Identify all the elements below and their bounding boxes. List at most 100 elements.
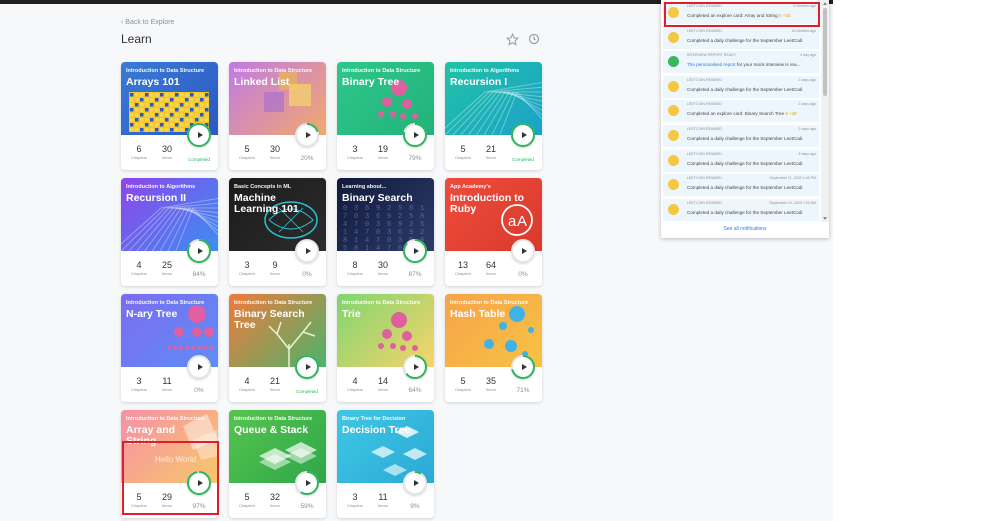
notifications-scrollbar[interactable] [821, 0, 829, 222]
notification-item[interactable]: LEETCOIN REWARD 2 days ago Completed a d… [663, 75, 819, 99]
notification-item[interactable]: LEETCOIN REWARD 15 minutes ago Completed… [663, 26, 819, 50]
chapters-label: Chapters [238, 503, 256, 508]
notification-link[interactable]: The personalised report [687, 62, 736, 67]
chapters-count: 5 [244, 144, 250, 154]
card-category: Introduction to Algorithms [126, 184, 196, 190]
notification-item[interactable]: LEETCOIN REWARD 2 days ago Completed an … [663, 100, 819, 124]
svg-text:1: 1 [354, 237, 358, 245]
card-title: Machine Learning 101 [234, 192, 299, 215]
explore-card[interactable]: Introduction to Data Structure N-ary Tre… [121, 294, 218, 402]
svg-text:1: 1 [343, 229, 347, 237]
card-stats: 5 Chapters 30 Items 20% [229, 144, 326, 168]
card-stats: 8 Chapters 30 Items 87% [337, 260, 434, 284]
chart-icon [668, 56, 679, 68]
items-label: Items [162, 503, 172, 508]
play-button[interactable] [187, 355, 211, 379]
items-stat: 9 Items [264, 260, 286, 276]
notification-item[interactable]: LEETCOIN REWARD September 11, 2020 1:45 … [663, 174, 819, 198]
play-button[interactable] [187, 123, 211, 147]
play-button[interactable] [511, 123, 535, 147]
notification-item[interactable]: LEETCOIN REWARD September 10, 2020 7:22 … [663, 198, 819, 222]
card-title: Queue & Stack [234, 424, 309, 436]
play-button[interactable] [403, 355, 427, 379]
reward-amount: 5 +30 [778, 13, 791, 18]
notification-type: LEETCOIN REWARD [687, 176, 722, 181]
play-button[interactable] [511, 355, 535, 379]
play-button[interactable] [295, 239, 319, 263]
explore-card[interactable]: Binary Tree for Decision Decision Tree 3… [337, 410, 434, 518]
items-count: 21 [269, 376, 280, 386]
back-to-explore-link[interactable]: ‹ Back to Explore [121, 19, 174, 26]
explore-card[interactable]: Basic Concepts in ML Machine Learning 10… [229, 178, 326, 286]
notification-item[interactable]: LEETCOIN REWARD 4 minutes ago Completed … [663, 2, 819, 25]
svg-text:5: 5 [420, 221, 424, 229]
items-stat: 29 Items [156, 492, 178, 508]
play-button[interactable] [403, 239, 427, 263]
notification-time: 15 minutes ago [791, 28, 816, 33]
card-category: Introduction to Data Structure [342, 300, 421, 306]
notification-type: LEETCOIN REWARD [687, 4, 722, 8]
notification-item[interactable]: LEETCOIN REWARD 2 days ago Completed a d… [663, 125, 819, 148]
explore-card[interactable]: Introduction to Data Structure Linked Li… [229, 62, 326, 170]
notification-item[interactable]: INTERVIEW REPORT READY 4 day ago The per… [663, 51, 819, 75]
notification-item[interactable]: LEETCOIN REWARD 3 days ago Completed a d… [663, 149, 819, 173]
items-count: 32 [269, 492, 280, 502]
scroll-down-icon[interactable] [823, 217, 827, 220]
svg-text:5: 5 [343, 245, 347, 251]
items-count: 64 [485, 260, 496, 270]
explore-card[interactable]: Introduction to Data Structure Arrays 10… [121, 62, 218, 170]
progress-text: 20% [300, 155, 314, 162]
chapters-stat: 5 Chapters [452, 376, 474, 392]
explore-card[interactable]: Introduction to Data Structure Hash Tabl… [445, 294, 542, 402]
play-button[interactable] [511, 239, 535, 263]
card-category: App Academy's [450, 184, 491, 190]
chapters-label: Chapters [130, 271, 148, 276]
explore-card[interactable]: 0741853074186307419630742963075296308529… [337, 178, 434, 286]
svg-text:0: 0 [376, 229, 380, 237]
card-stats: 3 Chapters 19 Items 79% [337, 144, 434, 168]
explore-card[interactable]: Hello World Introduction to Data Structu… [121, 410, 218, 518]
play-button[interactable] [187, 239, 211, 263]
chapters-stat: 3 Chapters [344, 144, 366, 160]
explore-card[interactable]: Introduction to Algorithms Recursion II … [121, 178, 218, 286]
svg-text:Hello World: Hello World [155, 455, 196, 464]
progress-text: 9% [410, 503, 420, 510]
items-label: Items [162, 271, 172, 276]
chapters-count: 4 [244, 376, 250, 386]
scroll-thumb[interactable] [823, 8, 827, 96]
clock-icon[interactable] [527, 32, 541, 46]
play-button[interactable] [403, 123, 427, 147]
play-button[interactable] [295, 123, 319, 147]
chapters-count: 5 [460, 144, 466, 154]
notification-text: Completed an explore card: Binary Search… [687, 111, 797, 117]
svg-text:2: 2 [387, 205, 391, 213]
play-button[interactable] [403, 471, 427, 495]
items-stat: 14 Items [372, 376, 394, 392]
play-button[interactable] [187, 471, 211, 495]
svg-text:0: 0 [365, 221, 369, 229]
notification-time: 4 minutes ago [793, 4, 816, 8]
items-label: Items [162, 387, 172, 392]
chapters-stat: 4 Chapters [344, 376, 366, 392]
explore-card[interactable]: Introduction to Data Structure Binary Se… [229, 294, 326, 402]
progress-text: 0% [302, 271, 312, 278]
explore-card[interactable]: Introduction to Algorithms Recursion I 5… [445, 62, 542, 170]
scroll-up-icon[interactable] [823, 2, 827, 5]
chapters-label: Chapters [454, 387, 472, 392]
explore-card[interactable]: Introduction to Data Structure Trie 4 Ch… [337, 294, 434, 402]
notification-type: INTERVIEW REPORT READY [687, 53, 737, 58]
svg-text:7: 7 [354, 221, 358, 229]
card-title: N-ary Tree [126, 308, 178, 320]
progress-text: 59% [300, 503, 314, 510]
play-button[interactable] [295, 355, 319, 379]
chapters-stat: 3 Chapters [236, 260, 258, 276]
star-icon[interactable] [505, 32, 519, 46]
see-all-notifications-link[interactable]: See all notifications [661, 226, 829, 232]
notification-type: LEETCOIN REWARD [687, 28, 722, 33]
explore-card[interactable]: Introduction to Data Structure Binary Tr… [337, 62, 434, 170]
svg-text:9: 9 [376, 205, 380, 213]
chapters-label: Chapters [346, 155, 364, 160]
play-button[interactable] [295, 471, 319, 495]
explore-card[interactable]: Introduction to Data Structure Queue & S… [229, 410, 326, 518]
explore-card[interactable]: aA App Academy's Introduction to Ruby 13… [445, 178, 542, 286]
